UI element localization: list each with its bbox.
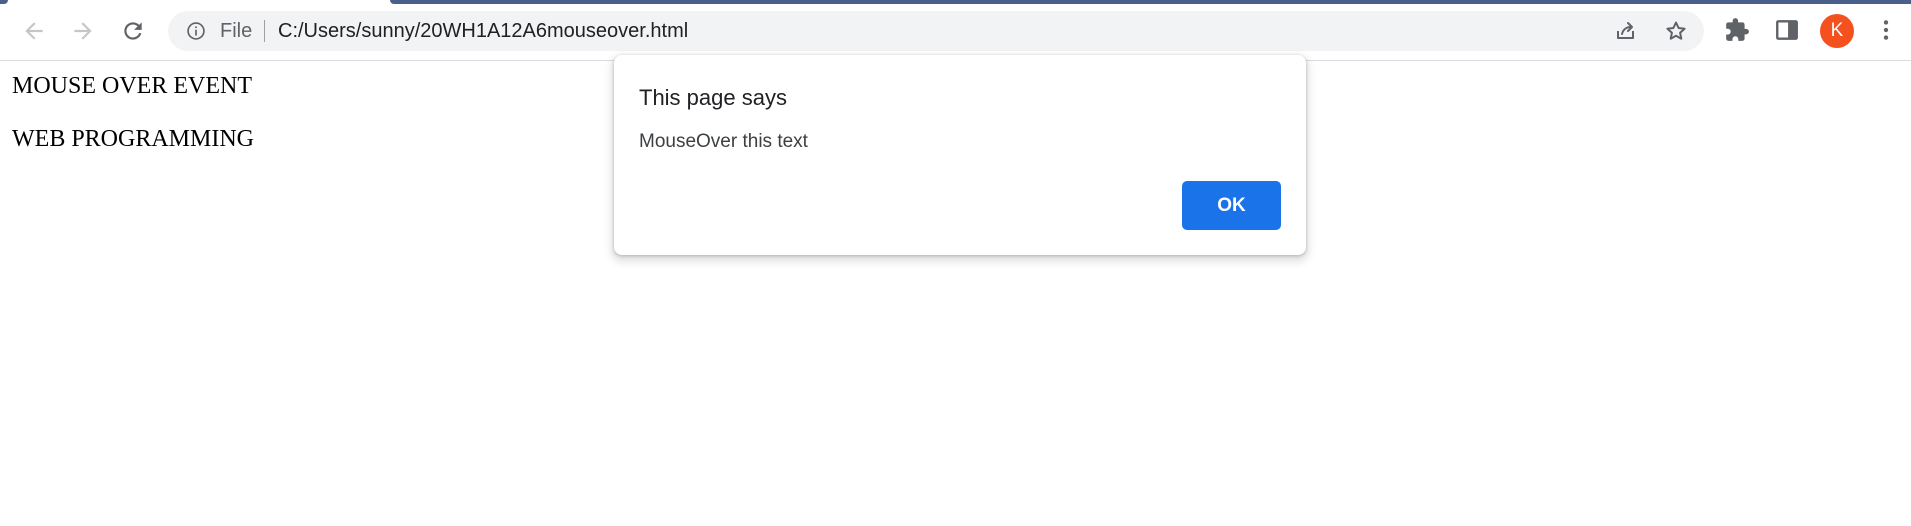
reload-button[interactable] bbox=[116, 14, 150, 48]
kebab-menu-icon[interactable] bbox=[1873, 17, 1899, 43]
arrow-right-icon bbox=[74, 22, 92, 40]
tab-strip bbox=[390, 0, 1911, 4]
scheme-label: File bbox=[220, 20, 253, 42]
share-icon[interactable] bbox=[1614, 19, 1638, 43]
omnibox-divider bbox=[264, 20, 265, 42]
browser-toolbar: File C:/Users/sunny/20WH1A12A6mouseover.… bbox=[0, 0, 1911, 61]
profile-avatar[interactable]: K bbox=[1820, 14, 1854, 48]
back-button[interactable] bbox=[17, 14, 51, 48]
puzzle-icon[interactable] bbox=[1724, 17, 1750, 43]
address-bar[interactable]: File C:/Users/sunny/20WH1A12A6mouseover.… bbox=[168, 11, 1704, 51]
url-text[interactable]: C:/Users/sunny/20WH1A12A6mouseover.html bbox=[278, 20, 688, 42]
reload-icon bbox=[124, 22, 142, 40]
star-icon[interactable] bbox=[1664, 19, 1688, 43]
alert-dialog: This page says MouseOver this text OK bbox=[614, 55, 1306, 255]
dialog-message: MouseOver this text bbox=[639, 131, 808, 152]
ok-button[interactable]: OK bbox=[1182, 181, 1281, 230]
tab-strip-edge bbox=[0, 0, 8, 4]
side-panel-icon[interactable] bbox=[1774, 17, 1800, 43]
info-icon[interactable] bbox=[186, 21, 206, 41]
web-programming-text[interactable]: WEB PROGRAMMING bbox=[12, 126, 254, 153]
dialog-title: This page says bbox=[639, 85, 787, 110]
arrow-left-icon bbox=[25, 22, 43, 40]
mouse-over-heading[interactable]: MOUSE OVER EVENT bbox=[12, 73, 252, 100]
forward-button[interactable] bbox=[66, 14, 100, 48]
